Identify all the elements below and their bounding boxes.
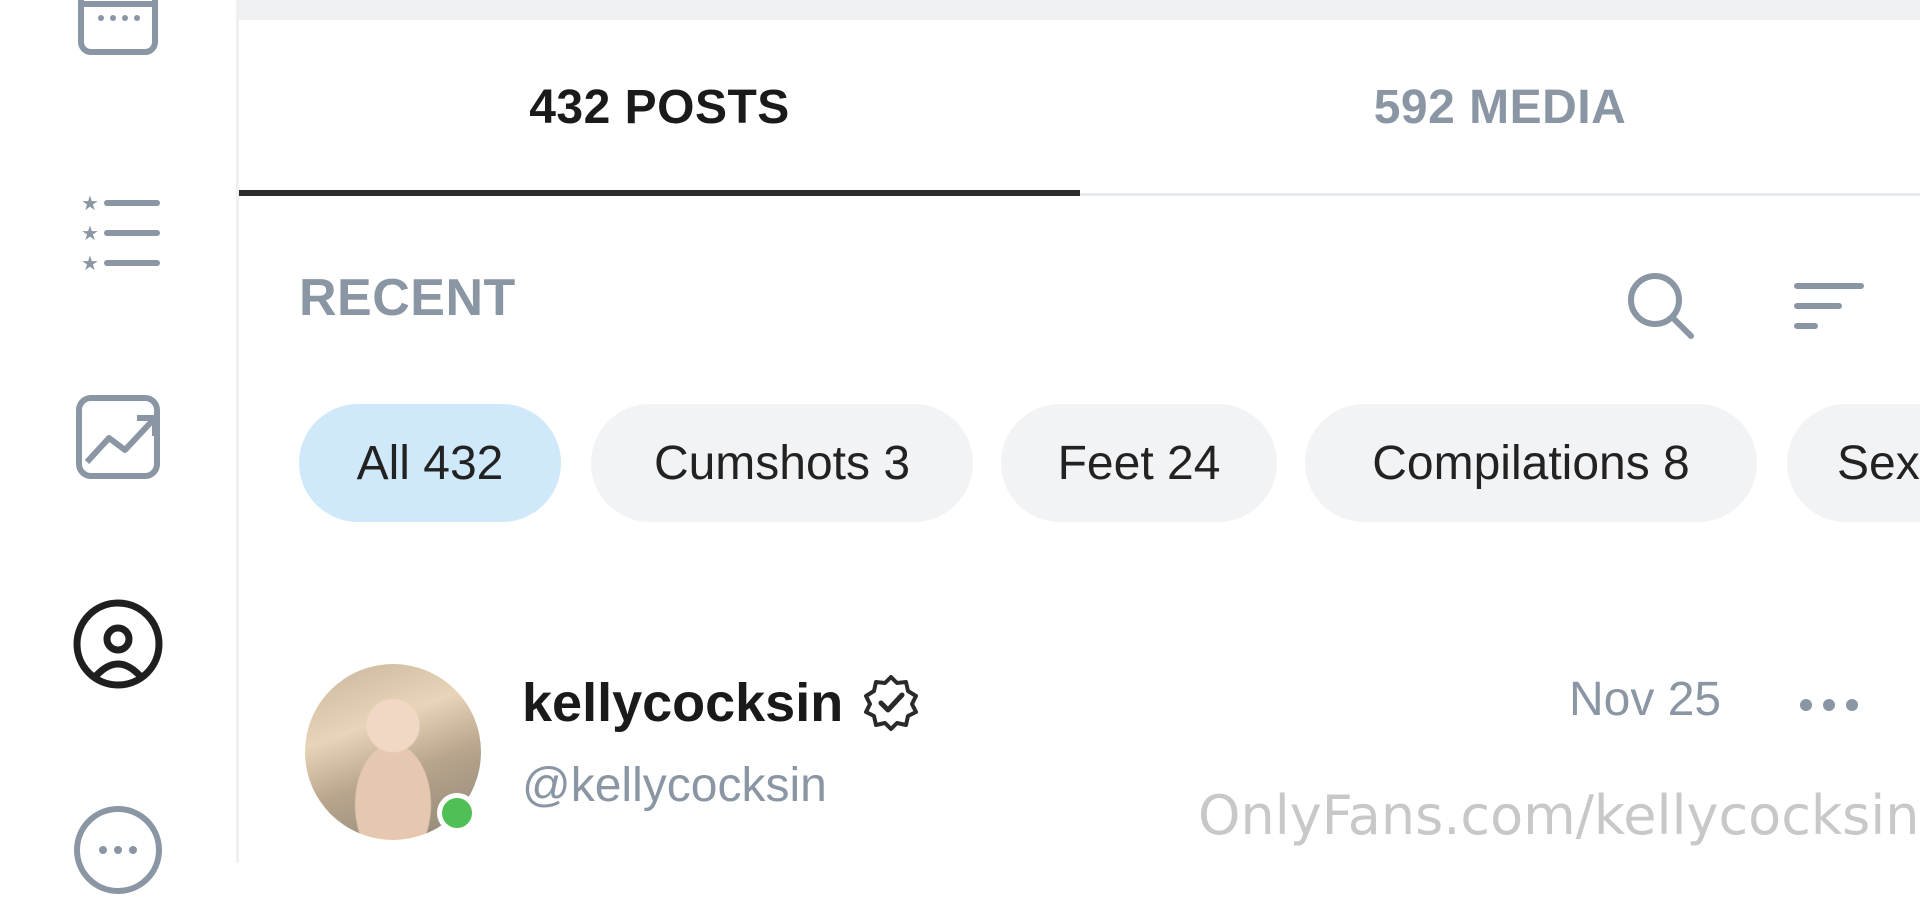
display-name[interactable]: kellycocksin [522, 672, 843, 734]
watermark-text: OnlyFans.com/kellycocksin [1198, 784, 1920, 847]
profile-icon[interactable] [58, 597, 178, 691]
side-nav-rail: ★ ★ ★ [0, 0, 236, 894]
chip-feet[interactable]: Feet 24 [1001, 404, 1277, 522]
category-chips: All 432 Cumshots 3 Feet 24 Compilations … [299, 404, 1920, 522]
profile-tabs: 432 POSTS 592 MEDIA [239, 20, 1920, 197]
verified-badge-icon [861, 672, 921, 732]
online-status-dot [437, 793, 477, 833]
chip-sex[interactable]: Sex [1787, 404, 1920, 522]
tab-media[interactable]: 592 MEDIA [1080, 20, 1920, 195]
profile-content: 432 POSTS 592 MEDIA RECENT All 432 Cumsh… [239, 0, 1920, 863]
section-title: RECENT [299, 269, 516, 327]
post-header: kellycocksin @kellycocksin Nov 25 OnlyFa… [239, 650, 1920, 863]
active-tab-indicator [239, 190, 1080, 196]
filter-header: RECENT [239, 240, 1920, 360]
chip-all[interactable]: All 432 [299, 404, 561, 522]
search-icon[interactable] [1621, 266, 1701, 346]
star-list-icon[interactable]: ★ ★ ★ [58, 186, 178, 276]
chip-cumshots[interactable]: Cumshots 3 [591, 404, 973, 522]
tab-posts[interactable]: 432 POSTS [239, 20, 1080, 195]
username[interactable]: @kellycocksin [522, 758, 827, 813]
svg-text:★: ★ [81, 191, 99, 215]
chart-image-icon[interactable] [58, 392, 178, 482]
chip-compilations[interactable]: Compilations 8 [1305, 404, 1757, 522]
top-strip [239, 0, 1920, 20]
svg-text:★: ★ [81, 221, 99, 245]
more-dots-icon[interactable] [1794, 690, 1864, 720]
svg-text:★: ★ [81, 251, 99, 275]
calendar-icon[interactable] [58, 0, 178, 70]
chat-icon[interactable] [58, 803, 178, 897]
sort-icon[interactable] [1789, 266, 1869, 346]
post-date: Nov 25 [1569, 673, 1722, 726]
